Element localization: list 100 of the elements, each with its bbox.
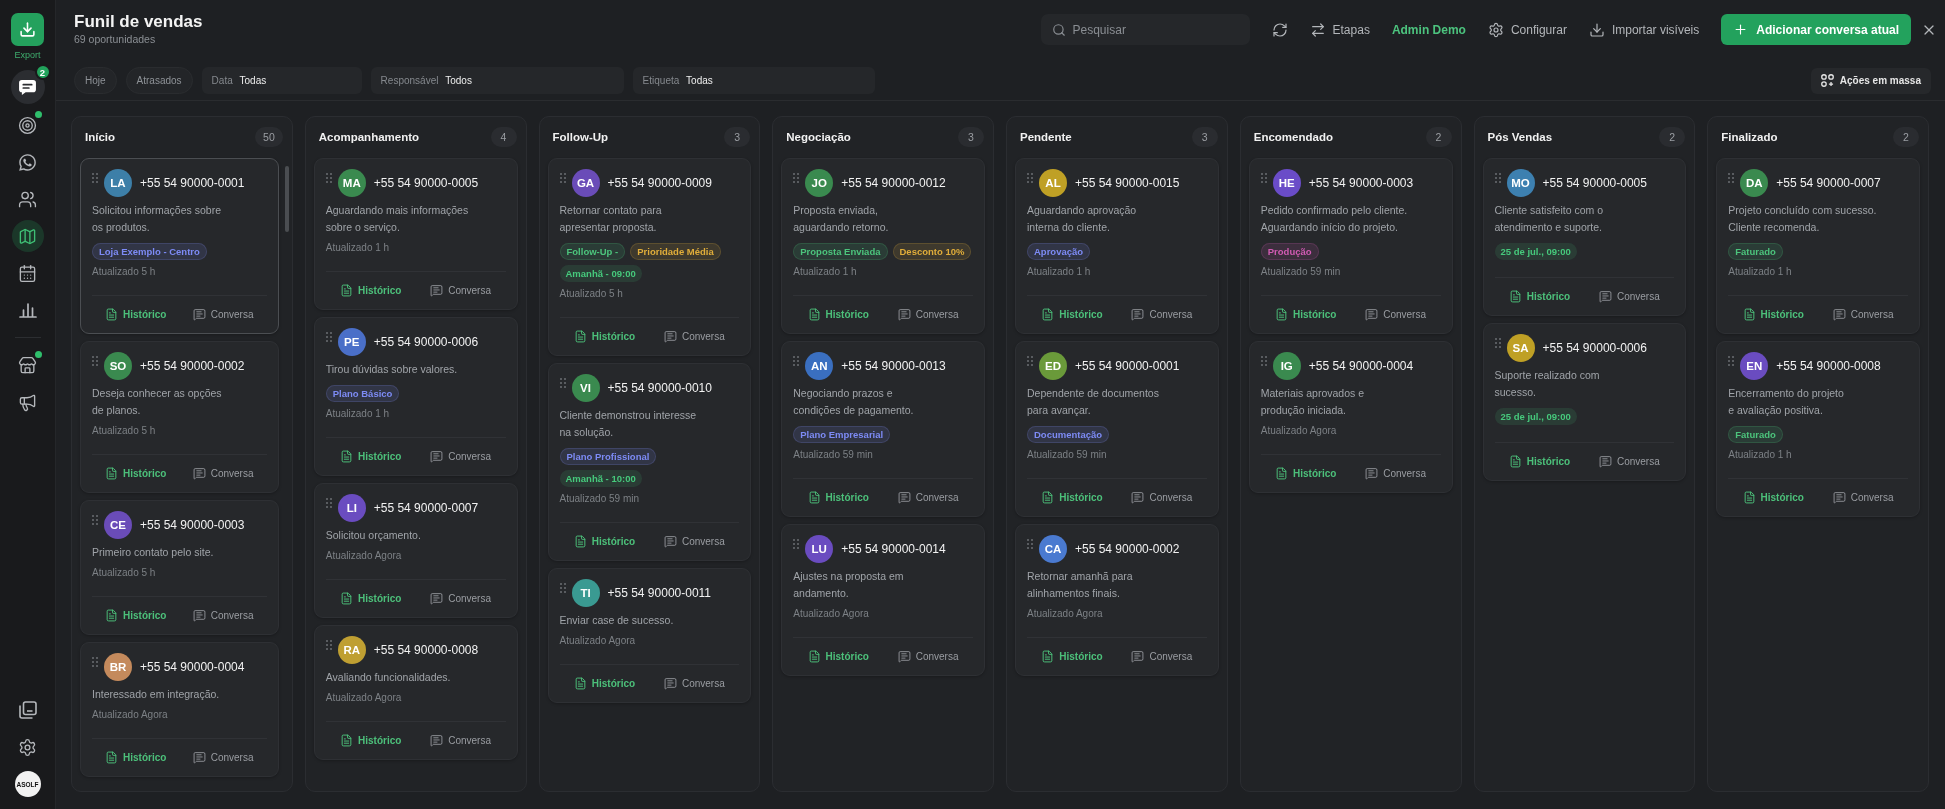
drag-handle-icon[interactable] [793, 539, 800, 549]
drag-handle-icon[interactable] [1027, 539, 1033, 549]
conversation-button[interactable]: Conversa [1832, 308, 1894, 321]
drag-handle-icon[interactable] [92, 356, 98, 366]
filter-select[interactable]: Etiqueta Todas [632, 67, 875, 94]
conversation-button[interactable]: Conversa [1131, 491, 1193, 504]
bulk-actions-button[interactable]: Ações em massa [1810, 67, 1931, 94]
drag-handle-icon[interactable] [793, 356, 800, 366]
conversation-button[interactable]: Conversa [897, 650, 959, 663]
history-button[interactable]: Histórico [1742, 308, 1804, 321]
conversation-button[interactable]: Conversa [1365, 467, 1426, 480]
conversation-button[interactable]: Conversa [897, 308, 959, 321]
user-link[interactable]: Admin Demo [1391, 22, 1466, 37]
lead-card[interactable]: JO +55 54 90000-0012 Proposta enviada, aguardando retorno. Proposta Enviada Desconto 10% Atualizado 1 h Histórico Conversa [781, 158, 985, 334]
conversation-button[interactable]: Conversa [192, 751, 254, 764]
scrollbar-thumb[interactable] [284, 166, 289, 232]
lead-card[interactable]: LI +55 54 90000-0007 Solicitou orçamento. Atualizado Agora Histórico Conversa [313, 483, 518, 618]
filter-chip[interactable]: Hoje [74, 67, 117, 94]
history-button[interactable]: Histórico [105, 751, 167, 764]
conversation-button[interactable]: Conversa [663, 535, 725, 548]
history-button[interactable]: Histórico [340, 450, 402, 463]
conversation-button[interactable]: Conversa [1365, 308, 1426, 321]
history-button[interactable]: Histórico [1742, 491, 1804, 504]
lead-card[interactable]: IG +55 54 90000-0004 Materiais aprovados e produção iniciada. Atualizado Agora Histórico Conversa [1248, 341, 1453, 493]
import-button[interactable]: Importar visíveis [1588, 21, 1700, 38]
nav-button[interactable] [11, 220, 44, 252]
history-button[interactable]: Histórico [1275, 467, 1337, 480]
conversation-button[interactable]: Conversa [430, 450, 491, 463]
drag-handle-icon[interactable] [1027, 356, 1033, 366]
history-button[interactable]: Histórico [573, 330, 636, 343]
settings-button[interactable]: Configurar [1487, 21, 1567, 38]
conversation-button[interactable]: Conversa [1598, 290, 1660, 303]
lead-card[interactable]: CA +55 54 90000-0002 Retornar amanhã para alinhamentos finais. Atualizado Agora Histórico Conversa [1015, 524, 1219, 676]
history-button[interactable]: Histórico [573, 535, 636, 548]
lead-card[interactable]: MA +55 54 90000-0005 Aguardando mais informações sobre o serviço. Atualizado 1 h Histórico Conversa [313, 158, 518, 310]
conversation-button[interactable]: Conversa [192, 609, 254, 622]
filter-select[interactable]: Responsável Todos [370, 67, 624, 94]
lead-card[interactable]: LA +55 54 90000-0001 Solicitou informações sobre os produtos. Loja Exemplo - Centro Atualizado 5 h Histórico Conversa [80, 158, 279, 334]
drag-handle-icon[interactable] [1260, 356, 1267, 366]
conversation-button[interactable]: Conversa [1598, 455, 1660, 468]
history-button[interactable]: Histórico [807, 491, 869, 504]
history-button[interactable]: Histórico [1041, 650, 1103, 663]
conversation-button[interactable]: Conversa [1832, 491, 1894, 504]
history-button[interactable]: Histórico [1508, 290, 1571, 303]
lead-card[interactable]: GA +55 54 90000-0009 Retornar contato para apresentar proposta. Follow-Up - Prioridade Média Amanhã - 09:00 Atualizado 5 h Histórico Conversa [547, 158, 752, 356]
drag-handle-icon[interactable] [1260, 173, 1267, 183]
lead-card[interactable]: HE +55 54 90000-0003 Pedido confirmado pelo cliente. Aguardando início do projeto. Produção Atualizado 59 min Histórico Conversa [1248, 158, 1453, 334]
history-button[interactable]: Histórico [1041, 491, 1103, 504]
drag-handle-icon[interactable] [92, 657, 98, 667]
drag-handle-icon[interactable] [325, 640, 332, 650]
lead-card[interactable]: AL +55 54 90000-0015 Aguardando aprovação interna do cliente. Aprovação Atualizado 1 h Histórico Conversa [1015, 158, 1219, 334]
history-button[interactable]: Histórico [807, 308, 869, 321]
drag-handle-icon[interactable] [1494, 338, 1501, 348]
drag-handle-icon[interactable] [559, 378, 566, 388]
history-button[interactable]: Histórico [807, 650, 869, 663]
drag-handle-icon[interactable] [325, 332, 332, 342]
lead-card[interactable]: EN +55 54 90000-0008 Encerramento do projeto e avaliação positiva. Faturado Atualizado 1 h Histórico Conversa [1716, 341, 1920, 517]
drag-handle-icon[interactable] [1027, 173, 1033, 183]
conversation-button[interactable]: Conversa [430, 734, 491, 747]
lead-card[interactable]: ED +55 54 90000-0001 Dependente de documentos para avançar. Documentação Atualizado 59 min Histórico Conversa [1015, 341, 1219, 517]
search-field[interactable]: Pesquisar [1040, 14, 1250, 45]
conversation-button[interactable]: Conversa [430, 284, 491, 297]
drag-handle-icon[interactable] [1728, 173, 1735, 183]
lead-card[interactable]: CE +55 54 90000-0003 Primeiro contato pelo site. Atualizado 5 h Histórico Conversa [80, 500, 279, 635]
conversation-button[interactable]: Conversa [663, 330, 725, 343]
lead-card[interactable]: SO +55 54 90000-0002 Deseja conhecer as opções de planos. Atualizado 5 h Histórico Conversa [80, 341, 279, 493]
refresh-button[interactable] [1271, 21, 1288, 38]
lead-card[interactable]: RA +55 54 90000-0008 Avaliando funcionalidades. Atualizado Agora Histórico Conversa [313, 625, 518, 760]
history-button[interactable]: Histórico [1041, 308, 1103, 321]
lead-card[interactable]: MO +55 54 90000-0005 Cliente satisfeito com o atendimento e suporte. 25 de jul., 09:00 Histórico Conversa [1482, 158, 1687, 316]
drag-handle-icon[interactable] [325, 173, 332, 183]
drag-handle-icon[interactable] [559, 173, 566, 183]
history-button[interactable]: Histórico [105, 308, 167, 321]
history-button[interactable]: Histórico [105, 467, 167, 480]
conversation-button[interactable]: Conversa [1131, 650, 1193, 663]
lead-card[interactable]: VI +55 54 90000-0010 Cliente demonstrou interesse na solução. Plano Profissional Amanhã - 10:00 Atualizado 59 min Histórico Conversa [547, 363, 752, 561]
filter-select[interactable]: Data Todas [201, 67, 362, 94]
conversation-button[interactable]: Conversa [663, 677, 725, 690]
drag-handle-icon[interactable] [1728, 356, 1735, 366]
history-button[interactable]: Histórico [573, 677, 636, 690]
add-conversation-button[interactable]: Adicionar conversa atual [1721, 14, 1911, 45]
drag-handle-icon[interactable] [793, 173, 800, 183]
lead-card[interactable]: DA +55 54 90000-0007 Projeto concluído com sucesso. Cliente recomenda. Faturado Atualizado 1 h Histórico Conversa [1716, 158, 1920, 334]
filter-chip[interactable]: Atrasados [125, 67, 193, 94]
lead-card[interactable]: TI +55 54 90000-0011 Enviar case de sucesso. Atualizado Agora Histórico Conversa [547, 568, 752, 703]
drag-handle-icon[interactable] [92, 173, 98, 183]
history-button[interactable]: Histórico [1275, 308, 1337, 321]
export-button[interactable]: Export [11, 13, 44, 60]
lead-card[interactable]: BR +55 54 90000-0004 Interessado em integração. Atualizado Agora Histórico Conversa [80, 642, 279, 777]
conversation-button[interactable]: Conversa [1131, 308, 1193, 321]
history-button[interactable]: Histórico [1508, 455, 1571, 468]
lead-card[interactable]: SA +55 54 90000-0006 Suporte realizado com sucesso. 25 de jul., 09:00 Histórico Conversa [1482, 323, 1687, 481]
stages-button[interactable]: Etapas [1309, 21, 1370, 38]
history-button[interactable]: Histórico [340, 284, 402, 297]
history-button[interactable]: Histórico [105, 609, 167, 622]
conversation-button[interactable]: Conversa [192, 467, 254, 480]
drag-handle-icon[interactable] [92, 515, 98, 525]
history-button[interactable]: Histórico [340, 734, 402, 747]
conversation-button[interactable]: Conversa [897, 491, 959, 504]
drag-handle-icon[interactable] [559, 583, 566, 593]
